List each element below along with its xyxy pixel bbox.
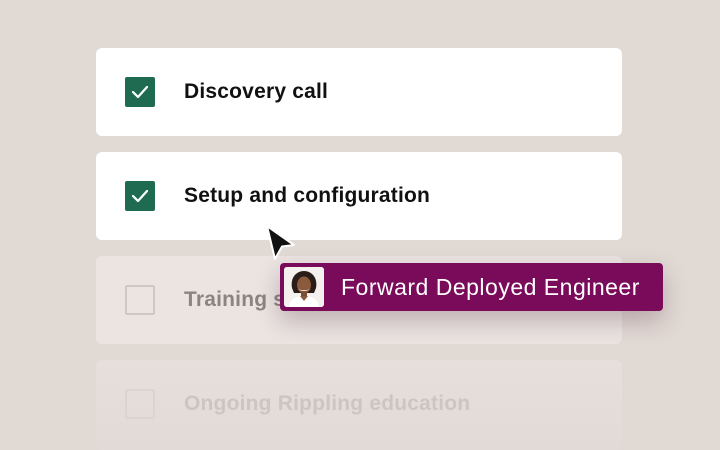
assignee-role-label: Forward Deployed Engineer [341, 273, 640, 300]
avatar-photo-icon [284, 267, 324, 307]
task-item-ongoing-education[interactable]: Ongoing Rippling education [96, 360, 622, 450]
checkbox-checked[interactable] [125, 77, 155, 107]
avatar [284, 267, 324, 307]
task-label: Setup and configuration [184, 184, 431, 207]
task-label: Ongoing Rippling education [184, 392, 471, 415]
checkbox-checked[interactable] [125, 181, 155, 211]
task-item-setup-configuration[interactable]: Setup and configuration [96, 152, 622, 240]
checkbox-unchecked[interactable] [125, 389, 155, 419]
assignee-tag[interactable]: Forward Deployed Engineer [280, 263, 663, 311]
checkbox-unchecked[interactable] [125, 285, 155, 315]
task-item-discovery-call[interactable]: Discovery call [96, 48, 622, 136]
checkmark-icon [131, 85, 149, 99]
checkmark-icon [131, 189, 149, 203]
task-label: Training s [184, 288, 286, 311]
mouse-pointer-icon [266, 225, 295, 260]
task-label: Discovery call [184, 80, 329, 103]
